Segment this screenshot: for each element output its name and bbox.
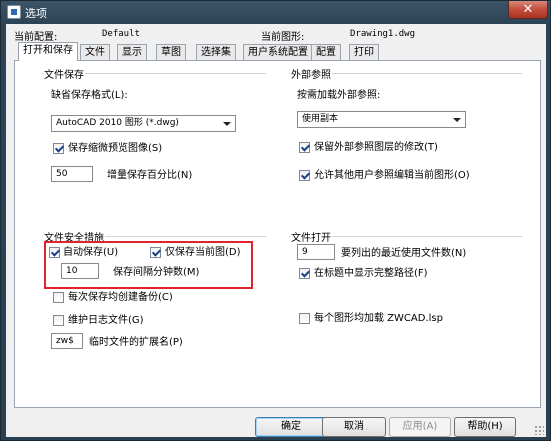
current-drawing-label: 当前图形: bbox=[261, 32, 305, 43]
options-dialog: 选项 ✕ 当前配置: Default 当前图形: Drawing1.dwg 打开… bbox=[0, 0, 551, 441]
help-button[interactable]: 帮助(H) bbox=[454, 417, 516, 437]
close-button[interactable]: ✕ bbox=[508, 1, 548, 19]
current-drawing-value: Drawing1.dwg bbox=[350, 29, 416, 39]
cancel-button[interactable]: 取消 bbox=[322, 417, 386, 437]
tab-drafting[interactable]: 草图 bbox=[156, 44, 186, 60]
retain-xref-checkbox[interactable] bbox=[299, 142, 310, 153]
current-profile-label: 当前配置: bbox=[14, 32, 58, 43]
xref-demand-value: 使用副本 bbox=[302, 114, 339, 124]
resize-grip-icon[interactable] bbox=[534, 425, 544, 435]
recent-files-label: 要列出的最近使用文件数(N) bbox=[341, 248, 467, 259]
title-bar[interactable]: 选项 ✕ bbox=[1, 1, 551, 23]
log-label: 维护日志文件(G) bbox=[68, 315, 144, 326]
tab-open-save[interactable]: 打开和保存 bbox=[18, 42, 78, 61]
dialog-client: 当前配置: Default 当前图形: Drawing1.dwg 打开和保存 文… bbox=[6, 24, 546, 437]
allow-edit-label: 允许其他用户参照编辑当前图形(O) bbox=[314, 170, 470, 181]
chevron-down-icon bbox=[453, 118, 461, 122]
thumbnail-label: 保存缩微预览图像(S) bbox=[68, 143, 163, 154]
apply-button[interactable]: 应用(A) bbox=[389, 417, 451, 437]
tab-profiles[interactable]: 配置 bbox=[311, 44, 341, 60]
close-icon: ✕ bbox=[522, 2, 534, 17]
save-format-select[interactable]: AutoCAD 2010 图形 (*.dwg) bbox=[51, 115, 236, 132]
incremental-input[interactable]: 50 bbox=[51, 166, 93, 182]
allow-edit-checkbox[interactable] bbox=[299, 170, 310, 181]
save-format-value: AutoCAD 2010 图形 (*.dwg) bbox=[56, 118, 179, 128]
tab-selection[interactable]: 选择集 bbox=[196, 44, 236, 60]
temp-ext-input[interactable]: zw$ bbox=[51, 333, 83, 349]
tab-files[interactable]: 文件 bbox=[80, 44, 110, 60]
fullpath-label: 在标题中显示完整路径(F) bbox=[314, 268, 428, 279]
tab-user-preferences[interactable]: 用户系统配置 bbox=[243, 44, 313, 60]
backup-label: 每次保存均创建备份(C) bbox=[68, 292, 173, 303]
file-open-title: 文件打开 bbox=[290, 229, 332, 244]
incremental-label: 增量保存百分比(N) bbox=[107, 170, 193, 181]
window-title: 选项 bbox=[25, 7, 47, 20]
thumbnail-checkbox[interactable] bbox=[53, 143, 64, 154]
retain-xref-label: 保留外部参照图层的修改(T) bbox=[314, 142, 438, 153]
temp-ext-label: 临时文件的扩展名(P) bbox=[89, 337, 183, 348]
lsp-checkbox[interactable] bbox=[299, 313, 310, 324]
fullpath-checkbox[interactable] bbox=[299, 268, 310, 279]
app-icon bbox=[7, 5, 21, 19]
tab-plot[interactable]: 打印 bbox=[349, 44, 379, 60]
current-profile-value: Default bbox=[102, 29, 140, 39]
save-format-label: 缺省保存格式(L): bbox=[51, 90, 128, 101]
xref-demand-select[interactable]: 使用副本 bbox=[297, 111, 466, 128]
chevron-down-icon bbox=[223, 122, 231, 126]
tab-display[interactable]: 显示 bbox=[117, 44, 147, 60]
xref-title: 外部参照 bbox=[290, 66, 332, 81]
highlight-frame bbox=[44, 241, 253, 289]
file-save-title: 文件保存 bbox=[43, 66, 85, 81]
lsp-label: 每个图形均加载 ZWCAD.lsp bbox=[314, 313, 443, 324]
tab-panel: 文件保存 缺省保存格式(L): AutoCAD 2010 图形 (*.dwg) … bbox=[14, 60, 541, 408]
ok-button[interactable]: 确定 bbox=[255, 417, 327, 437]
log-checkbox[interactable] bbox=[53, 315, 64, 326]
recent-files-input[interactable]: 9 bbox=[297, 244, 335, 260]
backup-checkbox[interactable] bbox=[53, 292, 64, 303]
xref-demand-label: 按需加载外部参照: bbox=[297, 90, 381, 101]
